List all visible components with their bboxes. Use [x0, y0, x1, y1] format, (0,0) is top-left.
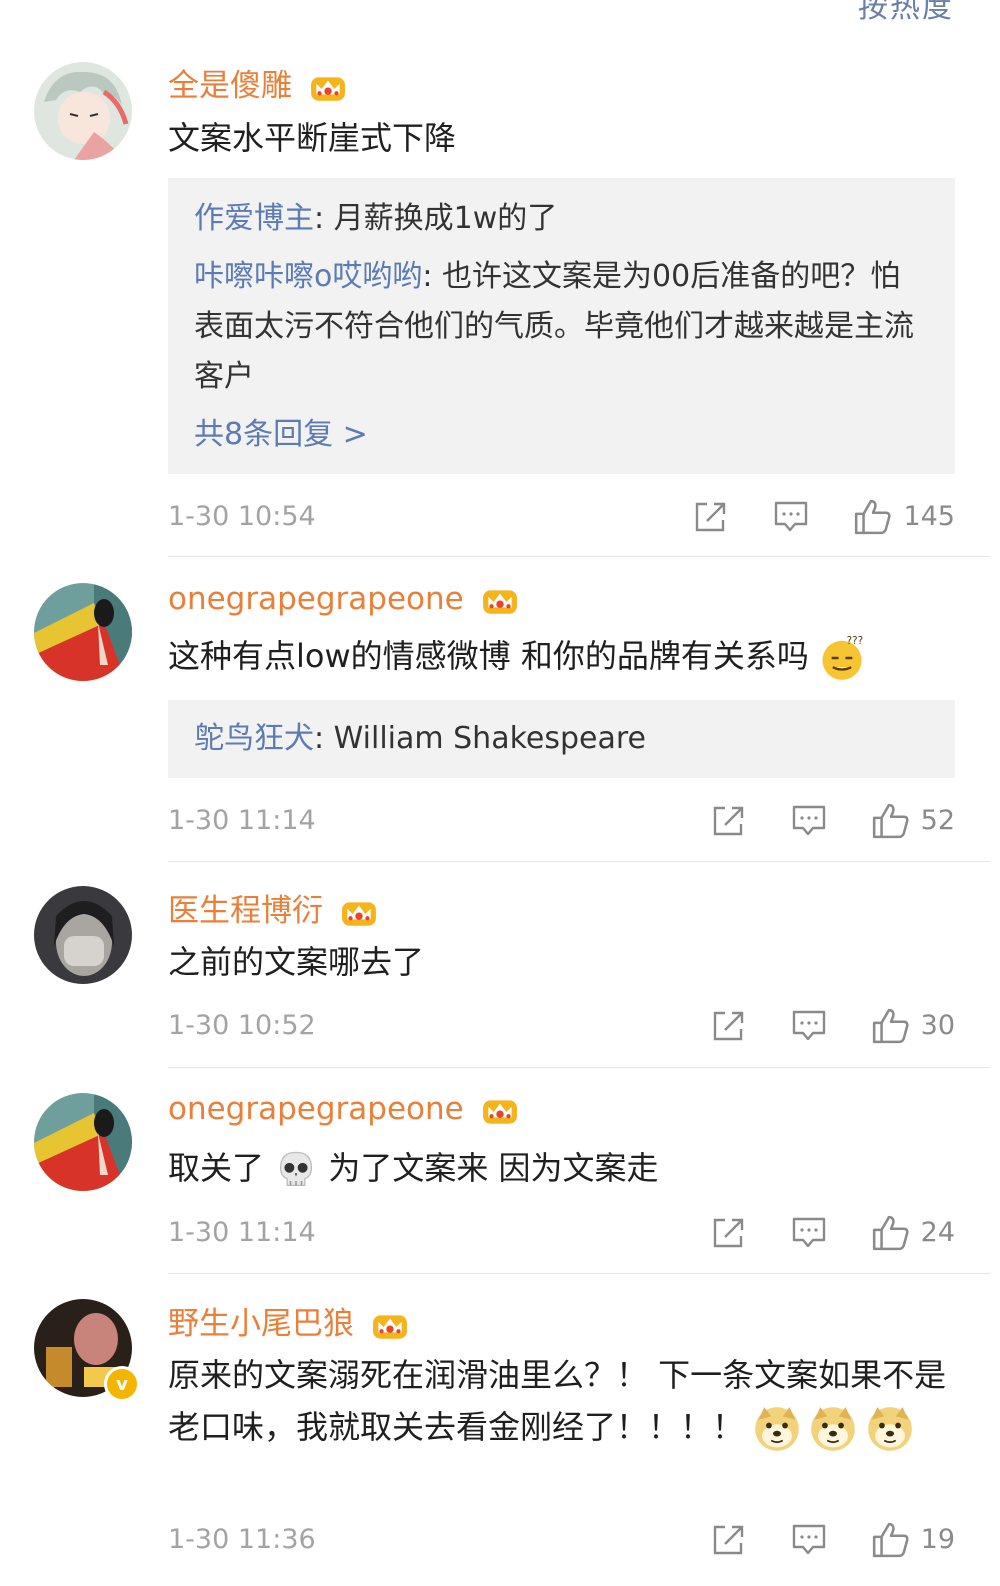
share-icon[interactable]	[693, 499, 729, 535]
divider	[168, 1273, 990, 1274]
comment-text: 原来的文案溺死在润滑油里么？！ 下一条文案如果不是老口味，我就取关去看金刚经了！…	[168, 1349, 958, 1453]
username-text[interactable]: 野生小尾巴狼	[168, 1306, 354, 1342]
comment-icon[interactable]	[791, 1008, 827, 1044]
comment-meta: 1-30 11:14 52	[168, 801, 955, 841]
action-bar: 19	[667, 1520, 955, 1560]
verified-badge-icon: v	[104, 1366, 140, 1402]
like-icon[interactable]	[853, 498, 892, 536]
share-icon[interactable]	[711, 1522, 747, 1558]
comment-meta: 1-30 11:36 19	[168, 1520, 955, 1560]
username-text[interactable]: onegrapegrapeone	[168, 1091, 464, 1127]
like-icon[interactable]	[871, 1007, 909, 1045]
reply-item: 咔嚓咔嚓o哎哟哟: 也许这文案是为00后准备的吧？怕表面太污不符合他们的气质。毕…	[194, 259, 914, 394]
share-icon[interactable]	[711, 803, 747, 839]
divider	[168, 1067, 990, 1068]
avatar[interactable]	[34, 886, 132, 984]
comment-text: 取关了 为了文案来 因为文案走	[168, 1142, 958, 1194]
vip-crown-icon	[341, 901, 376, 926]
comment-text: 文案水平断崖式下降	[168, 119, 457, 157]
reply-username[interactable]: 咔嚓咔嚓o哎哟哟	[194, 259, 422, 294]
username[interactable]: 全是傻雕	[168, 60, 346, 105]
vip-crown-icon	[310, 76, 345, 101]
divider	[168, 556, 990, 557]
comment-text: 之前的文案哪去了	[168, 943, 425, 981]
vip-crown-icon	[482, 589, 517, 614]
divider	[168, 861, 990, 862]
comment-icon[interactable]	[791, 1522, 827, 1558]
reply-username[interactable]: 鸵鸟狂犬	[194, 721, 314, 756]
avatar[interactable]	[34, 1093, 132, 1191]
reply-box[interactable]: 作爱博主: 月薪换成1w的了 咔嚓咔嚓o哎哟哟: 也许这文案是为00后准备的吧？…	[168, 178, 955, 474]
timestamp: 1-30 11:14	[168, 805, 316, 836]
username[interactable]: 野生小尾巴狼	[168, 1298, 408, 1343]
username[interactable]: onegrapegrapeone	[168, 1091, 518, 1128]
reply-item: 鸵鸟狂犬: William Shakespeare	[194, 721, 646, 756]
comment-icon[interactable]	[791, 803, 827, 839]
like-count: 145	[903, 501, 955, 532]
vip-crown-icon	[482, 1099, 517, 1124]
like-icon[interactable]	[871, 1214, 909, 1252]
reply-text: William Shakespeare	[333, 721, 646, 756]
reply-username[interactable]: 作爱博主	[194, 201, 314, 236]
username-text[interactable]: 医生程博衍	[168, 893, 323, 929]
doge-emoji-icon	[754, 1406, 800, 1452]
comment-meta: 1-30 10:52 30	[168, 1006, 955, 1046]
sweat-smile-emoji-icon: ???	[822, 635, 863, 680]
comment-icon[interactable]	[791, 1215, 827, 1251]
like-count: 30	[920, 1010, 955, 1041]
vip-crown-icon	[372, 1314, 407, 1339]
timestamp: 1-30 11:14	[168, 1217, 316, 1248]
more-replies-link[interactable]: 共8条回复 >	[194, 410, 929, 460]
action-bar: 52	[667, 801, 955, 841]
username-text[interactable]: 全是傻雕	[168, 68, 292, 104]
like-icon[interactable]	[871, 802, 909, 840]
reply-text: 月薪换成1w的了	[333, 201, 558, 236]
reply-item: 作爱博主: 月薪换成1w的了	[194, 201, 558, 236]
share-icon[interactable]	[711, 1215, 747, 1251]
svg-text:???: ???	[847, 635, 863, 647]
like-count: 24	[920, 1217, 955, 1248]
username-text[interactable]: onegrapegrapeone	[168, 581, 464, 617]
like-count: 52	[920, 805, 955, 836]
action-bar: 30	[667, 1006, 955, 1046]
comment-meta: 1-30 10:54 145	[168, 497, 955, 537]
like-icon[interactable]	[871, 1521, 909, 1559]
comment-icon[interactable]	[773, 499, 809, 535]
comment-meta: 1-30 11:14 24	[168, 1213, 955, 1253]
sort-by-hot-tab[interactable]: 按热度	[858, 0, 954, 26]
action-bar: 145	[649, 497, 955, 537]
action-bar: 24	[667, 1213, 955, 1253]
skull-emoji-icon	[280, 1151, 313, 1187]
timestamp: 1-30 10:52	[168, 1010, 316, 1041]
avatar[interactable]	[34, 62, 132, 160]
avatar[interactable]	[34, 583, 132, 681]
username[interactable]: onegrapegrapeone	[168, 581, 518, 618]
timestamp: 1-30 11:36	[168, 1524, 316, 1555]
reply-box[interactable]: 鸵鸟狂犬: William Shakespeare	[168, 700, 955, 778]
doge-emoji-icon	[866, 1406, 913, 1452]
doge-emoji-icon	[810, 1406, 857, 1452]
comment-text: 这种有点low的情感微博 和你的品牌有关系吗 ???	[168, 630, 958, 682]
username[interactable]: 医生程博衍	[168, 885, 377, 930]
share-icon[interactable]	[711, 1008, 747, 1044]
timestamp: 1-30 10:54	[168, 501, 316, 532]
like-count: 19	[920, 1524, 955, 1555]
